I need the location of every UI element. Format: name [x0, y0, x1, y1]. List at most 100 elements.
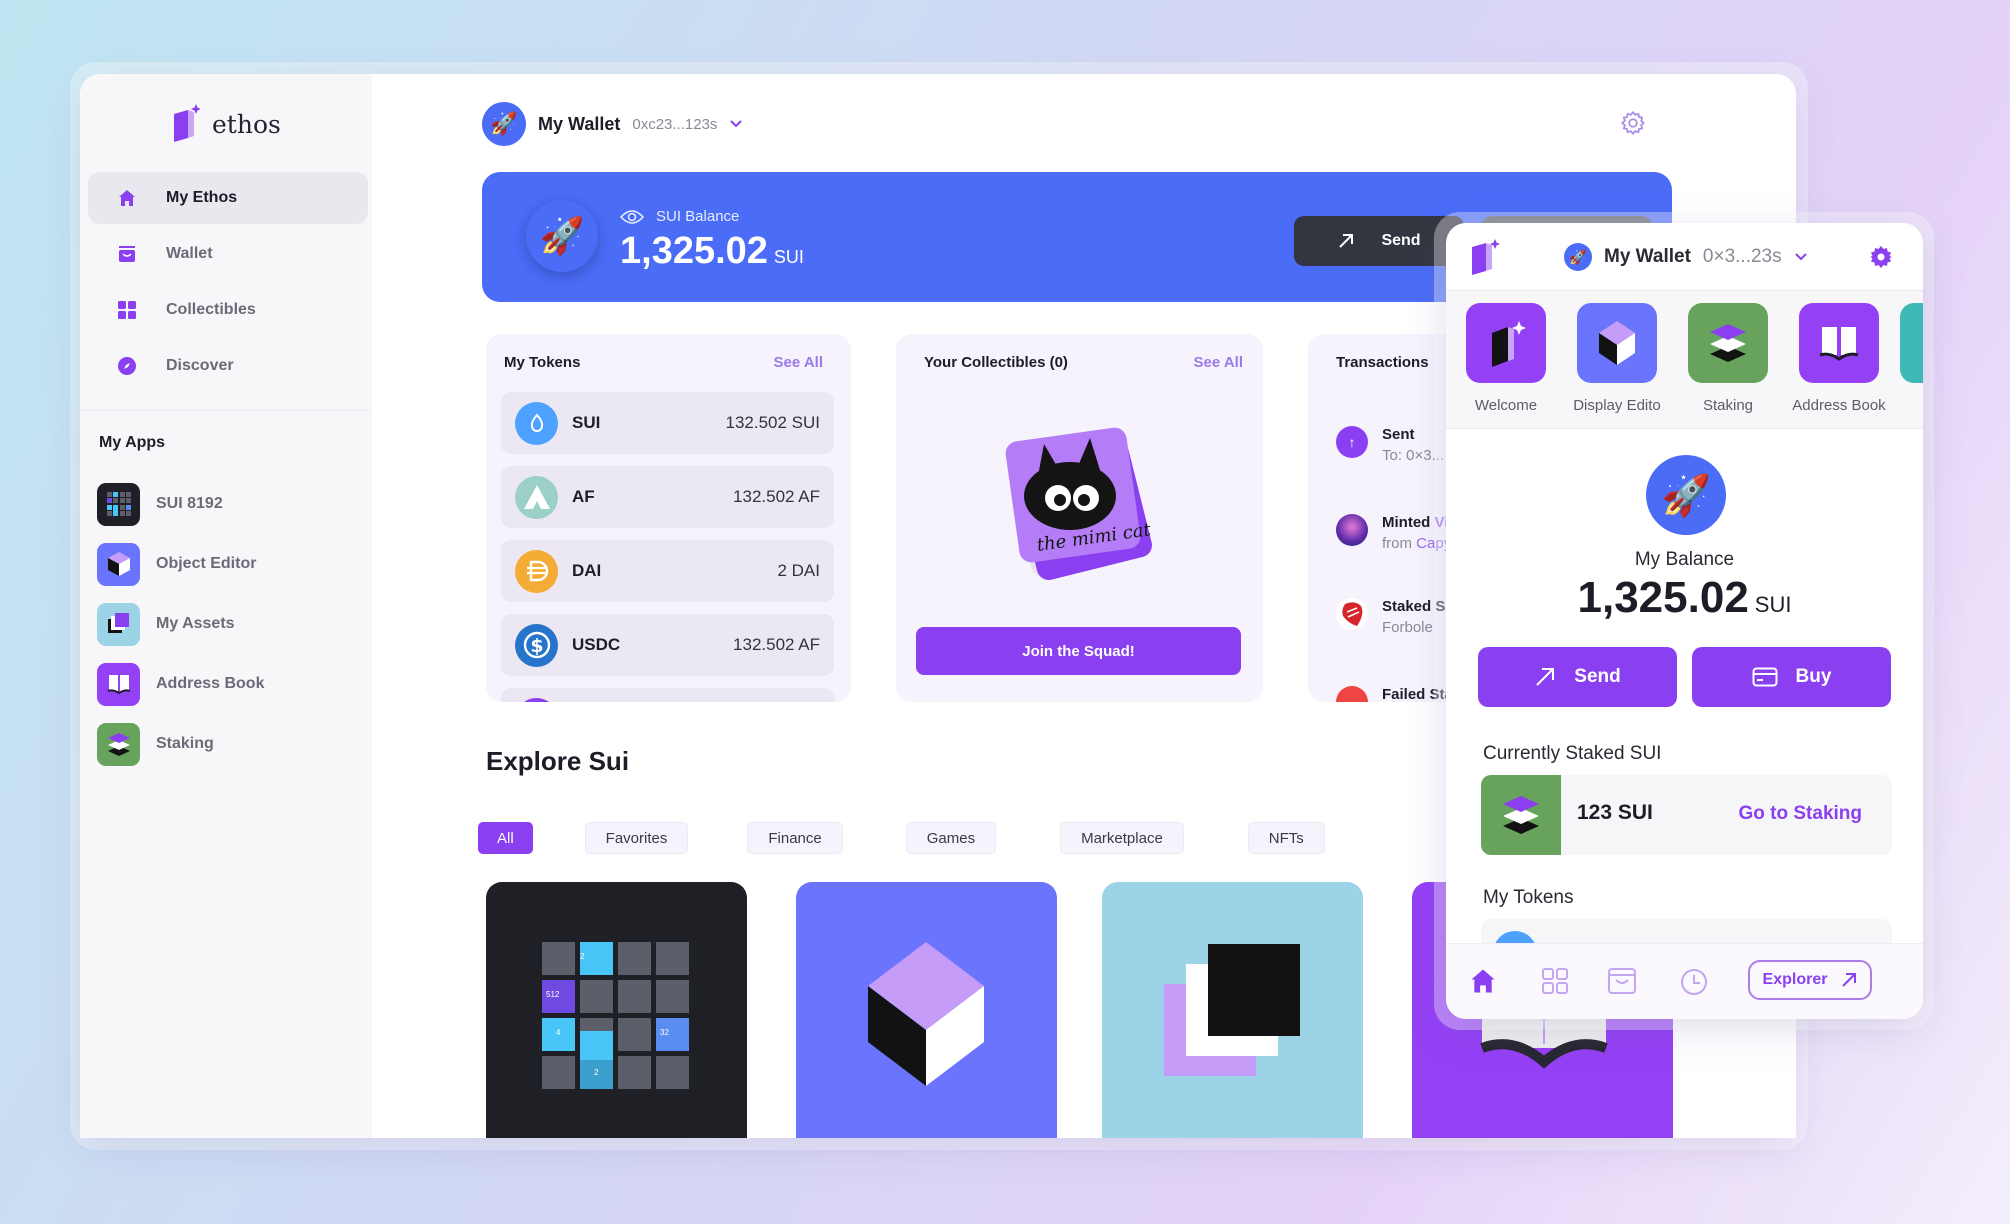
chip-all[interactable]: All: [478, 822, 533, 854]
tile-value: 32: [660, 1028, 669, 1037]
home-icon: [118, 189, 136, 207]
app-label: Address Book: [156, 675, 265, 692]
usdc-token-icon: $: [515, 623, 558, 667]
sidebar-divider: [80, 410, 372, 411]
app-icon: [1900, 303, 1923, 383]
buy-label: Buy: [1795, 666, 1832, 687]
app-item-object-editor[interactable]: Object Editor: [97, 534, 264, 594]
gear-icon: [1621, 111, 1645, 135]
app-label: Staking: [156, 735, 214, 752]
popup-app-welcome[interactable]: Welcome: [1456, 303, 1556, 414]
token-row[interactable]: $ USDC 132.502 AF: [501, 614, 834, 676]
go-to-staking-link[interactable]: Go to Staking: [1739, 803, 1863, 825]
explorer-button[interactable]: Explorer: [1748, 960, 1872, 1000]
layers-icon: [1481, 775, 1561, 855]
see-all-collectibles-link[interactable]: See All: [1194, 354, 1243, 371]
eye-icon[interactable]: [620, 209, 644, 225]
chip-games[interactable]: Games: [905, 822, 997, 854]
failed-icon: [1336, 686, 1368, 702]
sidebar-item-wallet[interactable]: Wallet: [88, 228, 368, 280]
app-label: Display Edito: [1573, 397, 1661, 414]
sidebar-nav: My Ethos Wallet Collectibles Discover: [88, 172, 368, 396]
chip-favorites[interactable]: Favorites: [584, 822, 689, 854]
token-amount: 132.502 SUI: [725, 413, 820, 432]
sidebar-item-label: Discover: [166, 357, 234, 374]
balance-unit: SUI: [773, 247, 804, 267]
app-label: Object Editor: [156, 555, 257, 572]
sidebar-item-label: Collectibles: [166, 301, 256, 318]
see-all-tokens-link[interactable]: See All: [774, 354, 823, 371]
arrow-up-icon: ↑: [1336, 426, 1368, 458]
dai-token-icon: [515, 549, 558, 593]
tile-value: 4: [556, 1028, 561, 1037]
arrow-up-right-icon: [1536, 668, 1555, 686]
cube-icon: [97, 542, 140, 586]
token-symbol: AF: [572, 487, 595, 506]
grid-icon[interactable]: [1542, 968, 1568, 994]
sidebar-item-my-ethos[interactable]: My Ethos: [88, 172, 368, 224]
wallet-name: My Wallet: [1604, 246, 1691, 267]
assets-illustration: [1164, 944, 1300, 1076]
sidebar: ethos My Ethos Wallet Collectibles Disco…: [80, 74, 372, 1138]
transaction-item[interactable]: ↑ Sent To: 0×3...: [1336, 426, 1444, 464]
app-item-staking[interactable]: Staking: [97, 714, 264, 774]
nft-thumbnail-icon: [1336, 514, 1368, 546]
token-symbol: SUI: [572, 413, 601, 432]
staked-sui-card[interactable]: 123 SUI Go to Staking: [1481, 775, 1892, 855]
sui-8192-game-board: [542, 942, 689, 1089]
chip-finance[interactable]: Finance: [747, 822, 843, 854]
forbole-logo-icon: [1336, 598, 1368, 630]
app-item-sui-8192[interactable]: SUI 8192: [97, 474, 264, 534]
wallet-icon: [118, 245, 136, 263]
popup-apps-row: Welcome Display Edito Staking Address Bo…: [1446, 291, 1923, 429]
settings-button[interactable]: [1620, 110, 1646, 141]
ethos-extension-popup: 🚀 My Wallet 0×3...23s Welcome Display Ed…: [1446, 223, 1923, 1019]
balance-amount: 1,325.02: [1577, 573, 1749, 622]
cube-icon: [1577, 303, 1657, 383]
token-icon: [515, 697, 558, 702]
popup-app-display-editor[interactable]: Display Edito: [1567, 303, 1667, 414]
wallet-avatar: 🚀: [1564, 243, 1592, 271]
join-the-squad-button[interactable]: Join the Squad!: [916, 627, 1241, 675]
my-apps-list: SUI 8192 Object Editor My Assets Address…: [97, 474, 264, 774]
token-row-partial[interactable]: [501, 688, 834, 702]
app-item-my-assets[interactable]: My Assets: [97, 594, 264, 654]
popup-app-address-book[interactable]: Address Book: [1789, 303, 1889, 414]
clock-icon[interactable]: [1680, 968, 1708, 996]
popup-app-partial[interactable]: [1900, 303, 1923, 383]
token-amount: 132.502 AF: [733, 635, 820, 654]
popup-balance-value: 1,325.02 SUI: [1446, 573, 1923, 623]
chip-nfts[interactable]: NFTs: [1247, 822, 1325, 854]
wallet-selector[interactable]: 🚀 My Wallet 0xc23...123s: [482, 102, 743, 146]
chevron-down-icon: [730, 120, 743, 128]
sidebar-item-collectibles[interactable]: Collectibles: [88, 284, 368, 336]
layers-icon: [97, 722, 140, 766]
app-tile-object-editor[interactable]: [796, 882, 1057, 1138]
app-tile-my-assets[interactable]: [1102, 882, 1363, 1138]
popup-buy-button[interactable]: Buy: [1692, 647, 1891, 707]
grid-icon: [118, 301, 136, 319]
wallet-name: My Wallet: [538, 113, 621, 134]
ethos-logo[interactable]: ethos: [168, 104, 281, 144]
gear-icon[interactable]: [1869, 245, 1893, 269]
tile-value: 2: [580, 952, 585, 961]
app-item-address-book[interactable]: Address Book: [97, 654, 264, 714]
ethos-logo-icon[interactable]: [1468, 237, 1500, 277]
popup-balance-avatar: 🚀: [1646, 455, 1726, 535]
compass-icon: [118, 357, 136, 375]
brand-name: ethos: [212, 109, 281, 139]
popup-send-button[interactable]: Send: [1478, 647, 1677, 707]
token-row[interactable]: DAI 2 DAI: [501, 540, 834, 602]
popup-wallet-selector[interactable]: 🚀 My Wallet 0×3...23s: [1564, 243, 1808, 271]
popup-app-staking[interactable]: Staking: [1678, 303, 1778, 414]
token-row[interactable]: AF 132.502 AF: [501, 466, 834, 528]
balance-unit: SUI: [1754, 592, 1792, 617]
home-icon[interactable]: [1470, 968, 1496, 994]
token-row[interactable]: SUI 132.502 SUI: [501, 392, 834, 454]
sidebar-item-discover[interactable]: Discover: [88, 340, 368, 392]
mimi-cat-nft-image: the mimi cat: [1005, 427, 1153, 580]
app-tile-sui-8192[interactable]: 2 512 4 32 2: [486, 882, 747, 1138]
wallet-icon[interactable]: [1608, 968, 1636, 994]
chip-marketplace[interactable]: Marketplace: [1060, 822, 1184, 854]
sidebar-item-label: My Ethos: [166, 189, 238, 206]
